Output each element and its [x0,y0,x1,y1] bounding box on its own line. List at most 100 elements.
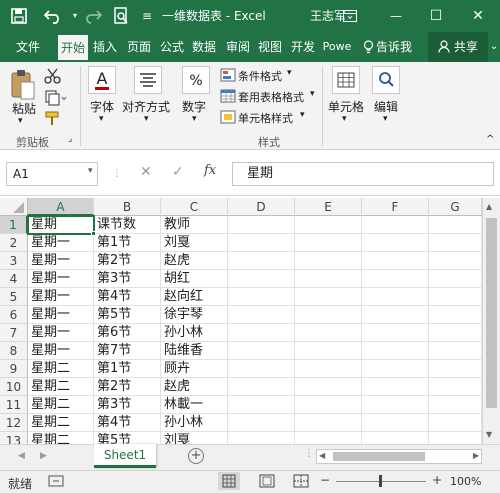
cell-d1[interactable] [228,216,295,234]
cell-a5[interactable]: 星期一 [28,288,94,306]
cell-g10[interactable] [429,378,482,396]
cell-d11[interactable] [228,396,295,414]
scroll-up-icon[interactable]: ▲ [486,202,492,211]
maximize-button[interactable]: ☐ [424,0,448,32]
name-box[interactable]: A1 [6,162,98,186]
cell-g7[interactable] [429,324,482,342]
cell-c9[interactable]: 顾卉 [161,360,228,378]
cell-e10[interactable] [295,378,362,396]
cell-b10[interactable]: 第2节 [94,378,161,396]
number-button[interactable]: 数字 [182,98,206,115]
table-format-button[interactable]: 套用表格格式 [238,89,304,105]
insert-function-icon[interactable]: fx [204,163,216,178]
row-header[interactable]: 6 [0,306,28,324]
number-dropdown-icon[interactable]: ▾ [192,114,197,124]
column-header-f[interactable]: F [362,198,429,216]
paste-button[interactable]: 粘贴 [12,100,36,117]
undo-dropdown-icon[interactable]: ▾ [70,0,80,32]
cell-b9[interactable]: 第1节 [94,360,161,378]
row-header[interactable]: 12 [0,414,28,432]
column-header-g[interactable]: G [429,198,482,216]
zoom-level[interactable]: 100% [450,475,481,488]
vertical-scrollbar[interactable]: ▲ ▼ [482,198,500,444]
cell-e8[interactable] [295,342,362,360]
cell-a11[interactable]: 星期二 [28,396,94,414]
cell-e4[interactable] [295,270,362,288]
tab-formulas[interactable]: 公式 [156,32,188,62]
row-header[interactable]: 9 [0,360,28,378]
minimize-button[interactable]: — [384,0,408,32]
cell-a8[interactable]: 星期一 [28,342,94,360]
cell-g2[interactable] [429,234,482,252]
cell-c11[interactable]: 林載一 [161,396,228,414]
cell-a12[interactable]: 星期二 [28,414,94,432]
cell-c8[interactable]: 陆维香 [161,342,228,360]
fill-handle[interactable] [91,231,96,236]
cell-g1[interactable] [429,216,482,234]
clipboard-launcher-icon[interactable]: ⌟ [68,134,72,144]
qat-customize-icon[interactable]: ≡ [140,0,154,32]
cell-c3[interactable]: 赵虎 [161,252,228,270]
tell-me-search[interactable]: 告诉我 [376,32,416,62]
page-break-view-icon[interactable] [290,472,312,490]
cell-style-button[interactable]: 单元格样式 [238,110,293,126]
cell-e3[interactable] [295,252,362,270]
column-header-b[interactable]: B [94,198,161,216]
ribbon-more-icon[interactable]: ⌄ [488,32,500,62]
hscroll-thumb[interactable] [333,452,425,461]
row-header[interactable]: 1 [0,216,28,234]
cell-b11[interactable]: 第3节 [94,396,161,414]
cell-b7[interactable]: 第6节 [94,324,161,342]
cell-d10[interactable] [228,378,295,396]
cell-d3[interactable] [228,252,295,270]
cell-f2[interactable] [362,234,429,252]
tab-review[interactable]: 审阅 [222,32,254,62]
save-icon[interactable] [8,0,30,32]
cell-d5[interactable] [228,288,295,306]
cell-e1[interactable] [295,216,362,234]
page-layout-view-icon[interactable] [256,472,278,490]
cell-a10[interactable]: 星期二 [28,378,94,396]
cell-g11[interactable] [429,396,482,414]
name-box-dropdown-icon[interactable]: ▾ [88,166,93,176]
cell-d9[interactable] [228,360,295,378]
cell-a9[interactable]: 星期二 [28,360,94,378]
column-header-e[interactable]: E [295,198,362,216]
cell-b12[interactable]: 第4节 [94,414,161,432]
cell-f6[interactable] [362,306,429,324]
cell-f9[interactable] [362,360,429,378]
sheet-tab-sheet1[interactable]: Sheet1 [94,444,156,468]
sheet-next-icon[interactable]: ▶ [40,451,47,461]
print-preview-icon[interactable] [110,0,132,32]
cell-f4[interactable] [362,270,429,288]
cell-d4[interactable] [228,270,295,288]
editing-button[interactable]: 编辑 [374,98,398,115]
select-all-corner[interactable] [0,198,28,216]
enter-icon[interactable]: ✓ [172,164,184,180]
tab-splitter[interactable]: ⋮ [304,448,314,459]
column-header-c[interactable]: C [161,198,228,216]
new-sheet-icon[interactable]: + [188,448,204,464]
cell-d7[interactable] [228,324,295,342]
tab-developer[interactable]: 开发 [286,32,320,62]
cell-b8[interactable]: 第7节 [94,342,161,360]
row-header[interactable]: 3 [0,252,28,270]
cell-e2[interactable] [295,234,362,252]
font-button[interactable]: 字体 [90,98,114,115]
horizontal-scrollbar[interactable]: ◀ ▶ [316,449,482,464]
cell-e12[interactable] [295,414,362,432]
tab-file[interactable]: 文件 [10,32,46,62]
table-format-dropdown-icon[interactable]: ▾ [310,89,315,99]
tab-power[interactable]: Powe [320,32,354,62]
zoom-out-button[interactable]: − [320,473,330,487]
cell-c12[interactable]: 孙小林 [161,414,228,432]
cell-g9[interactable] [429,360,482,378]
cells-dropdown-icon[interactable]: ▾ [342,114,347,124]
cell-a7[interactable]: 星期一 [28,324,94,342]
cell-e11[interactable] [295,396,362,414]
cell-g3[interactable] [429,252,482,270]
tab-page-layout[interactable]: 页面 [122,32,156,62]
cell-d6[interactable] [228,306,295,324]
row-header[interactable]: 11 [0,396,28,414]
cell-f8[interactable] [362,342,429,360]
